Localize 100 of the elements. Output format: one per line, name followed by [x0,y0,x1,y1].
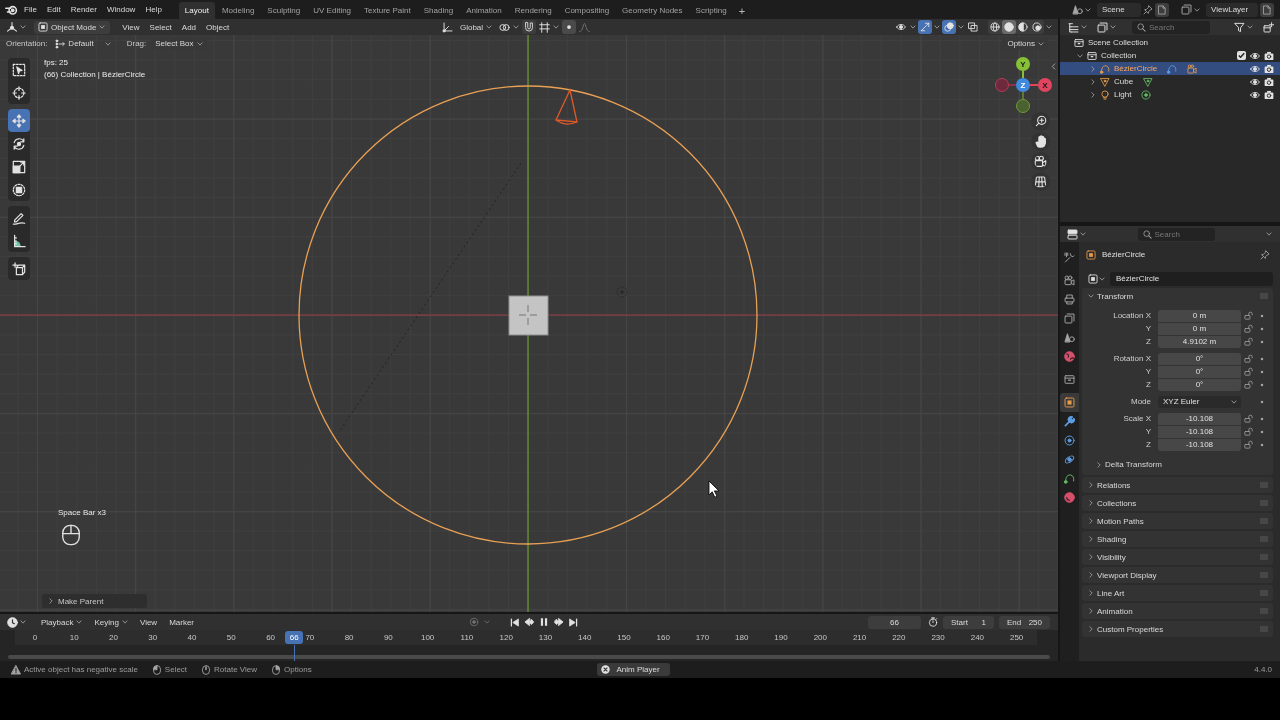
sphere-icon[interactable] [1002,20,1016,34]
camera-icon[interactable] [1264,63,1274,74]
workspace-tab[interactable]: Layout [178,2,215,19]
eye-icon[interactable] [1250,63,1260,74]
view-layer-field[interactable]: ViewLayer [1206,2,1258,17]
anim-player-button[interactable]: Anim Player [597,663,670,676]
number-field[interactable]: 0° [1158,352,1241,365]
chevron-right-icon[interactable] [1089,91,1096,98]
next-keyframe-icon[interactable] [554,617,564,627]
filter-icon[interactable] [1234,21,1245,33]
axes-icon[interactable] [6,21,18,33]
number-field[interactable]: 0 m [1158,322,1241,335]
caret-icon[interactable] [958,24,964,30]
properties-tab[interactable] [1060,393,1079,412]
options-dropdown[interactable]: Options [1002,37,1048,50]
outliner-row[interactable]: Light [1060,88,1280,101]
menu-dropdown[interactable]: Keying [89,614,133,630]
scrollbar[interactable] [8,655,1050,659]
magnet-icon[interactable] [522,20,537,34]
menu-item[interactable]: Window [101,2,141,17]
chevron-right-icon[interactable] [1089,78,1096,85]
workspace-tab[interactable]: Scripting [689,2,733,19]
number-field[interactable]: 0° [1158,365,1241,378]
scene-field[interactable]: Scene [1097,2,1141,17]
view-axis-button[interactable]: X [1038,78,1052,92]
document-icon[interactable] [1155,2,1169,17]
skip-forward-icon[interactable] [569,617,578,627]
end-frame-field[interactable]: End 250 [999,615,1050,629]
view-axis-button[interactable]: Y [1016,57,1030,71]
caret-icon[interactable] [1081,24,1087,30]
camera-icon[interactable] [1264,50,1274,61]
rings-icon[interactable] [499,21,511,33]
wire-sphere-icon[interactable] [988,20,1002,34]
record-icon[interactable] [469,617,479,627]
caret-icon[interactable] [553,24,560,30]
start-frame-field[interactable]: Start 1 [943,615,994,629]
padlock-icon[interactable] [1243,414,1253,423]
padlock-icon[interactable] [1243,427,1253,436]
padlock-icon[interactable] [1243,367,1253,376]
number-field[interactable]: -10.108 [1158,438,1241,451]
document-icon[interactable] [1260,2,1274,17]
pin-icon[interactable] [1260,249,1270,260]
squares-icon[interactable] [966,20,980,34]
grid-icon[interactable] [1031,172,1050,191]
menu-item[interactable]: Help [140,2,167,17]
chevron-down-icon[interactable] [1076,52,1083,59]
panel-header[interactable]: Shading [1082,531,1273,547]
outliner-row[interactable]: Collection [1060,49,1280,62]
outliner-row[interactable]: Cube [1060,75,1280,88]
list-icon[interactable] [1068,21,1079,33]
hand-icon[interactable] [1031,132,1050,151]
menu-item[interactable]: View [134,614,163,630]
caret-icon[interactable] [934,24,940,30]
chevron-right-icon[interactable] [1089,65,1096,72]
padlock-icon[interactable] [1243,354,1253,363]
chevron-left-icon[interactable] [1050,63,1057,70]
caret-icon[interactable] [1247,24,1253,30]
number-field[interactable]: 0° [1158,378,1241,391]
curve-icon[interactable] [1167,63,1178,74]
caret-icon[interactable] [1266,231,1272,237]
pause-icon[interactable] [539,617,549,627]
drag-dropdown[interactable]: Select Box [150,37,207,50]
menu-item[interactable]: Object [202,19,234,35]
caret-icon[interactable] [20,619,26,625]
padlock-icon[interactable] [1243,380,1253,389]
search-field[interactable]: Search [1137,227,1215,241]
image-stack-icon[interactable] [1097,21,1108,33]
skip-back-icon[interactable] [510,617,519,627]
panel-header[interactable]: Transform [1082,288,1273,304]
padlock-icon[interactable] [1243,337,1253,346]
menu-item[interactable]: Select [145,19,176,35]
panel-header[interactable]: Animation [1082,603,1273,619]
dropdown-field[interactable]: XYZ Euler [1158,395,1241,408]
workspace-tab[interactable]: Shading [417,2,460,19]
outliner-row[interactable]: BézierCircle [1060,62,1280,75]
workspace-tab[interactable]: UV Editing [307,2,358,19]
circles-icon[interactable] [942,20,956,34]
eye-icon[interactable] [1250,76,1260,87]
mode-dropdown[interactable]: Object Mode [34,20,111,34]
panel-header[interactable]: Collections [1082,495,1273,511]
caret-icon[interactable] [1085,6,1091,13]
stopwatch-icon[interactable] [928,617,938,627]
frame-field[interactable]: 66 [868,615,921,629]
workspace-tab[interactable]: Compositing [558,2,616,19]
axis-ball-icon[interactable] [1016,99,1030,113]
menu-item[interactable]: View [118,19,144,35]
menu-item[interactable]: Add [177,19,201,35]
workspace-tab[interactable]: Animation [460,2,508,19]
menu-dropdown[interactable]: Playback [36,614,88,630]
magnifier-icon[interactable] [1031,112,1050,131]
caret-icon[interactable] [910,24,916,30]
orientation-dropdown[interactable]: Global [455,20,497,34]
search-field[interactable]: Search [1132,20,1210,34]
triangle-icon[interactable] [1143,76,1154,87]
operator-panel[interactable]: Make Parent [42,594,147,608]
caret-icon[interactable] [1110,24,1116,30]
add-workspace-button[interactable]: + [733,2,751,19]
caret-icon[interactable] [513,24,520,30]
panel-header[interactable]: Viewport Display [1082,567,1273,583]
name-field[interactable]: BézierCircle [1110,271,1273,286]
